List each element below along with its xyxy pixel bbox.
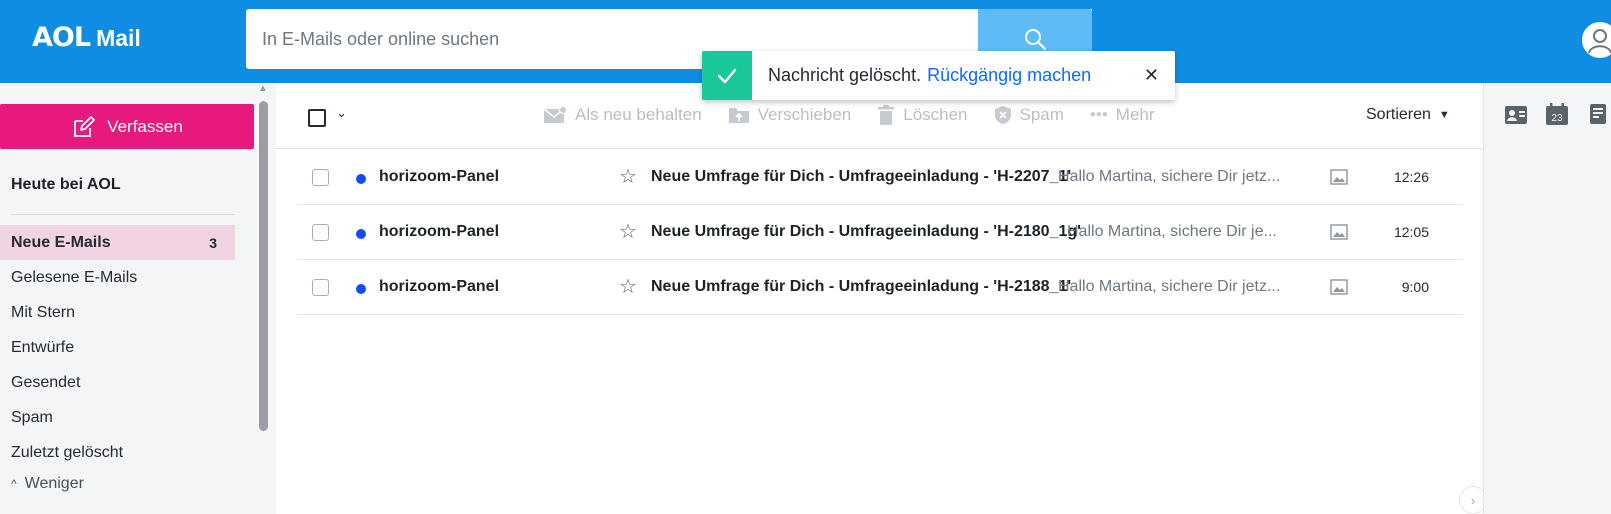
message-checkbox[interactable] xyxy=(312,279,329,296)
folder-list: Neue E-Mails 3 Gelesene E-Mails Mit Ster… xyxy=(0,225,235,470)
message-sender: horizoom-Panel xyxy=(379,278,500,295)
success-badge xyxy=(702,51,752,100)
message-sender: horizoom-Panel xyxy=(379,223,500,240)
folder-spam[interactable]: Spam xyxy=(0,400,235,435)
star-icon[interactable]: ☆ xyxy=(619,219,637,244)
right-rail: 23 xyxy=(1484,83,1611,514)
show-less-label: Weniger xyxy=(24,475,84,492)
user-icon xyxy=(1582,22,1611,58)
undo-link[interactable]: Rückgängig machen xyxy=(927,65,1091,86)
search-icon xyxy=(1025,29,1047,51)
image-attachment-icon xyxy=(1330,224,1348,240)
message-row[interactable]: horizoom-Panel ☆ Neue Umfrage für Dich -… xyxy=(297,205,1463,260)
star-icon[interactable]: ☆ xyxy=(619,164,637,189)
scroll-up-icon[interactable]: ▲ xyxy=(258,83,268,94)
move-label: Verschieben xyxy=(757,105,852,124)
sidebar-divider xyxy=(11,214,235,215)
today-at-aol-link[interactable]: Heute bei AOL xyxy=(11,176,121,194)
message-row[interactable]: horizoom-Panel ☆ Neue Umfrage für Dich -… xyxy=(297,260,1463,315)
calendar-day: 23 xyxy=(1551,113,1563,124)
sidebar-scrollbar[interactable]: ▲ xyxy=(258,83,268,431)
unread-dot-icon[interactable] xyxy=(356,174,366,184)
more-button[interactable]: ••• Mehr xyxy=(1090,105,1155,125)
message-subject: Neue Umfrage für Dich - Umfrageeinladung… xyxy=(651,223,1081,240)
checkmark-icon xyxy=(717,68,737,83)
toolbar-actions: Als neu behalten Verschieben Löschen Spa… xyxy=(543,105,1181,125)
compose-button[interactable]: Verfassen xyxy=(0,104,254,149)
more-label: Mehr xyxy=(1115,105,1155,124)
keep-as-new-label: Als neu behalten xyxy=(575,105,702,124)
folder-read-mails[interactable]: Gelesene E-Mails xyxy=(0,260,235,295)
message-preview: Hallo Martina, sichere Dir jetz... xyxy=(1058,168,1281,185)
chevron-up-icon: ^ xyxy=(11,477,17,491)
unread-dot-icon[interactable] xyxy=(356,229,366,239)
message-subject: Neue Umfrage für Dich - Umfrageeinladung… xyxy=(651,168,1072,185)
move-folder-icon xyxy=(728,108,749,123)
message-time: 9:00 xyxy=(1401,279,1429,295)
message-list: horizoom-Panel ☆ Neue Umfrage für Dich -… xyxy=(297,150,1463,315)
folder-sent[interactable]: Gesendet xyxy=(0,365,235,400)
more-dots-icon: ••• xyxy=(1089,105,1108,124)
deleted-toast: Nachricht gelöscht. Rückgängig machen ✕ xyxy=(702,51,1175,100)
scrollbar-thumb[interactable] xyxy=(259,101,268,431)
keep-as-new-button[interactable]: Als neu behalten xyxy=(543,105,702,125)
folder-label: Zuletzt gelöscht xyxy=(11,443,124,461)
message-time: 12:26 xyxy=(1393,169,1429,185)
shield-icon xyxy=(994,106,1011,124)
close-icon[interactable]: ✕ xyxy=(1144,65,1159,86)
show-less-toggle[interactable]: ^ Weniger xyxy=(11,475,84,493)
unread-dot-icon[interactable] xyxy=(356,284,366,294)
compose-icon xyxy=(74,115,96,137)
folder-starred[interactable]: Mit Stern xyxy=(0,295,235,330)
logo-mail-text: Mail xyxy=(96,25,141,51)
star-icon[interactable]: ☆ xyxy=(619,274,637,299)
move-button[interactable]: Verschieben xyxy=(728,105,852,125)
image-attachment-icon xyxy=(1330,279,1348,295)
folder-new-mails[interactable]: Neue E-Mails 3 xyxy=(0,225,235,260)
spam-label: Spam xyxy=(1019,105,1064,124)
message-preview: Hallo Martina, sichere Dir jetz... xyxy=(1058,278,1281,295)
aol-mail-logo[interactable]: AOL Mail xyxy=(32,22,141,53)
unread-count: 3 xyxy=(209,234,217,251)
message-checkbox[interactable] xyxy=(312,224,329,241)
delete-button[interactable]: Löschen xyxy=(877,105,968,125)
envelope-icon xyxy=(543,106,567,123)
message-row[interactable]: horizoom-Panel ☆ Neue Umfrage für Dich -… xyxy=(297,150,1463,205)
folder-label: Gesendet xyxy=(11,373,81,391)
message-preview: Hallo Martina, sichere Dir je... xyxy=(1067,223,1277,240)
sort-label: Sortieren xyxy=(1366,106,1431,123)
folder-label: Entwürfe xyxy=(11,338,75,356)
calendar-icon[interactable]: 23 xyxy=(1546,103,1568,125)
message-time: 12:05 xyxy=(1393,224,1429,240)
message-subject: Neue Umfrage für Dich - Umfrageeinladung… xyxy=(651,278,1072,295)
logo-aol-text: AOL xyxy=(32,22,91,53)
sidebar: Verfassen Heute bei AOL Neue E-Mails 3 G… xyxy=(0,83,276,514)
folder-label: Spam xyxy=(11,408,53,426)
select-all-checkbox[interactable] xyxy=(308,109,326,127)
sort-dropdown[interactable]: Sortieren ▼ xyxy=(1366,106,1450,124)
folder-label: Neue E-Mails xyxy=(11,233,111,251)
chevron-down-icon[interactable]: ⌄ xyxy=(336,105,347,121)
folder-drafts[interactable]: Entwürfe xyxy=(0,330,235,365)
chevron-down-icon: ▼ xyxy=(1438,109,1450,121)
spam-button[interactable]: Spam xyxy=(994,105,1064,125)
delete-label: Löschen xyxy=(903,105,968,124)
notepad-icon[interactable] xyxy=(1590,104,1610,126)
message-sender: horizoom-Panel xyxy=(379,168,500,185)
trash-icon xyxy=(878,105,895,125)
message-checkbox[interactable] xyxy=(312,169,329,186)
folder-recently-deleted[interactable]: Zuletzt gelöscht xyxy=(0,435,235,470)
folder-label: Mit Stern xyxy=(11,303,76,321)
toast-message: Nachricht gelöscht. xyxy=(768,65,922,85)
folder-label: Gelesene E-Mails xyxy=(11,268,138,286)
profile-avatar[interactable] xyxy=(1582,22,1611,58)
compose-label: Verfassen xyxy=(107,116,183,136)
image-attachment-icon xyxy=(1330,169,1348,185)
contacts-icon[interactable] xyxy=(1505,106,1527,124)
